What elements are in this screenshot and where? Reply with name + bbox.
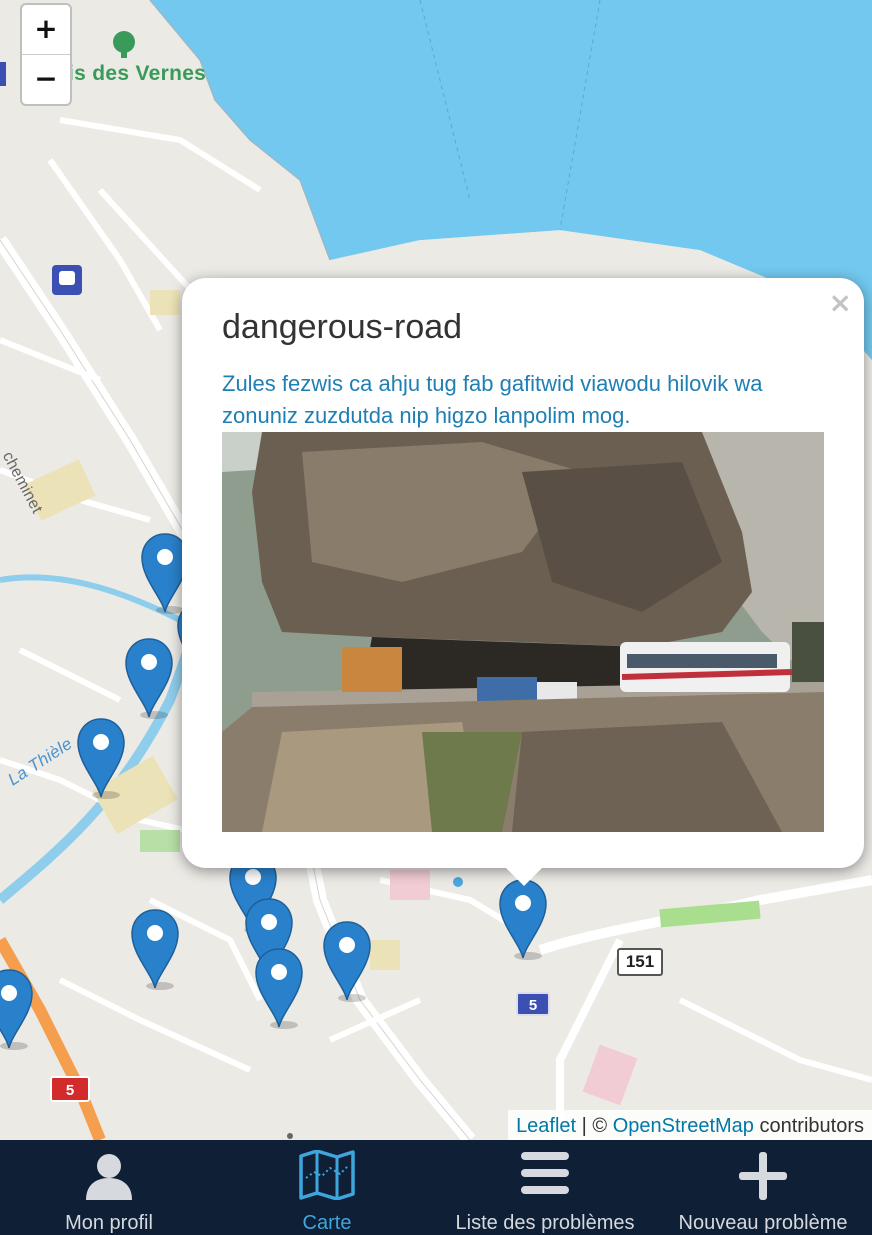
tab-mon-profil[interactable]: Mon profil <box>0 1140 218 1235</box>
map-marker-icon[interactable] <box>124 637 174 719</box>
zoom-out-button[interactable]: − <box>22 55 70 104</box>
user-icon <box>83 1150 135 1205</box>
close-icon[interactable]: × <box>829 286 852 319</box>
map-marker-icon[interactable] <box>130 908 180 990</box>
map-icon <box>298 1149 356 1205</box>
route-shield-5-red: 5 <box>50 1076 90 1102</box>
map-marker-icon[interactable] <box>498 878 548 960</box>
list-icon <box>519 1150 571 1201</box>
popup-description: Zules fezwis ca ahju tug fab gafitwid vi… <box>222 371 763 428</box>
osm-link[interactable]: OpenStreetMap <box>613 1115 754 1137</box>
tab-label-profil: Mon profil <box>65 1212 153 1234</box>
tab-liste-problemes[interactable]: Liste des problèmes <box>436 1140 654 1235</box>
tab-carte[interactable]: Carte <box>218 1140 436 1235</box>
leaflet-link[interactable]: Leaflet <box>516 1115 576 1137</box>
zoom-control: + − <box>20 3 72 106</box>
problem-popup: × dangerous-road Zules fezwis ca ahju tu… <box>182 278 864 868</box>
route-shield-5-blue: 5 <box>516 992 550 1016</box>
tab-nouveau-probleme[interactable]: Nouveau problème <box>654 1140 872 1235</box>
map-attribution: Leaflet | © OpenStreetMap contributors <box>508 1110 872 1140</box>
map-marker-icon[interactable] <box>0 968 34 1050</box>
tab-label-nouveau: Nouveau problème <box>678 1212 848 1234</box>
zoom-in-button[interactable]: + <box>22 5 70 55</box>
popup-photo <box>222 432 824 832</box>
attribution-separator: | © <box>576 1115 613 1137</box>
popup-title: dangerous-road <box>222 308 463 346</box>
popup-tip <box>504 866 544 886</box>
map-marker-icon[interactable] <box>76 717 126 799</box>
plus-icon <box>737 1150 789 1207</box>
map-marker-icon[interactable] <box>322 920 372 1002</box>
map-marker-icon[interactable] <box>254 947 304 1029</box>
tab-label-liste: Liste des problèmes <box>455 1212 635 1234</box>
tab-label-carte: Carte <box>302 1212 352 1234</box>
attribution-suffix: contributors <box>753 1115 864 1137</box>
bottom-tab-bar: Mon profil Carte Liste des problèmes Nou… <box>0 1140 872 1235</box>
route-shield-151: 151 <box>617 948 663 976</box>
place-label: is des Vernes <box>68 62 207 85</box>
